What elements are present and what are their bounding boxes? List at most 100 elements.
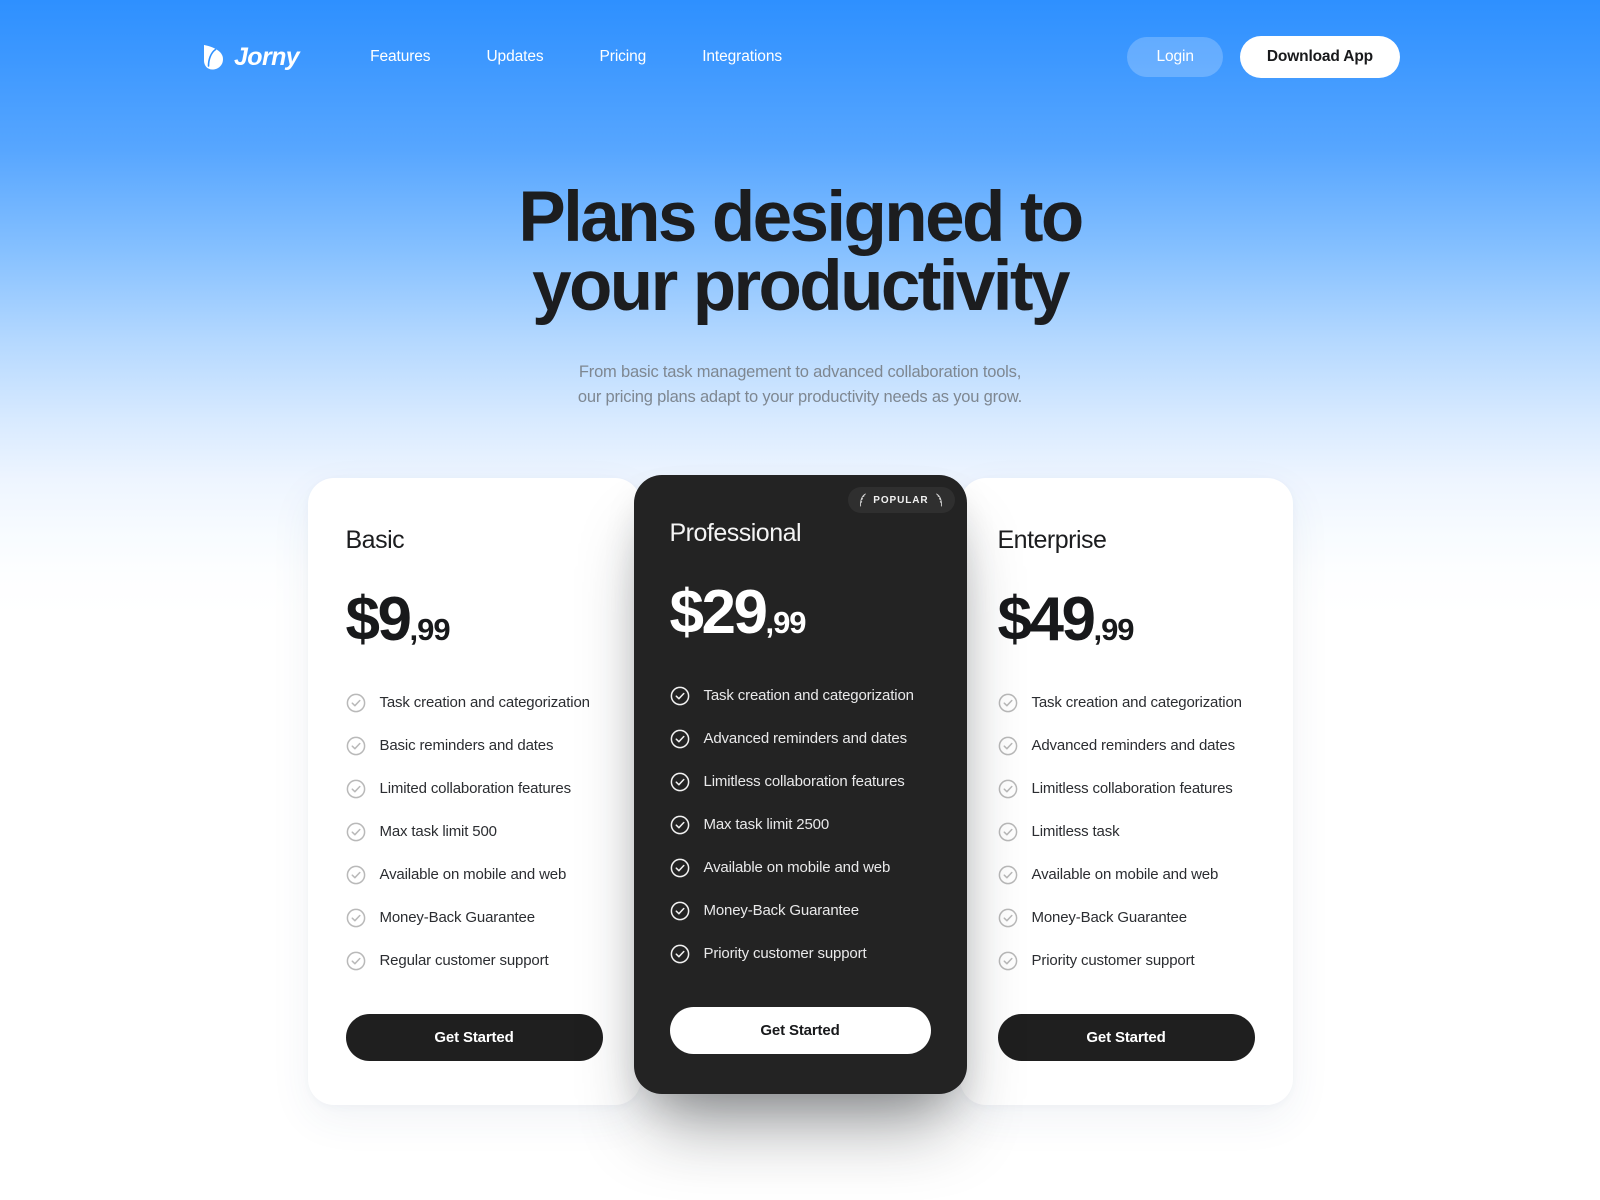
plan-name: Professional: [669, 519, 802, 547]
plan-price: $ 29 ,99: [670, 582, 931, 644]
plan-price-amount: 49: [1029, 585, 1095, 654]
pricing-card-basic: Basic $ 9 ,99 Task creation and categori…: [307, 478, 641, 1105]
get-started-button[interactable]: Get Started: [669, 1007, 931, 1054]
feature-label: Max task limit 2500: [703, 816, 830, 833]
status-badge: POPULAR: [848, 487, 955, 513]
list-item: Money-Back Guarantee: [346, 908, 603, 928]
list-item: Priority customer support: [998, 951, 1255, 971]
feature-label: Advanced reminders and dates: [703, 730, 908, 747]
check-circle-icon: [998, 822, 1017, 842]
feature-label: Priority customer support: [1031, 952, 1195, 969]
nav-link-features[interactable]: Features: [342, 42, 458, 72]
plan-price-currency: $: [669, 578, 704, 647]
nav-link-updates[interactable]: Updates: [458, 42, 571, 72]
list-item: Limitless collaboration features: [670, 772, 931, 792]
get-started-button[interactable]: Get Started: [345, 1014, 603, 1061]
feature-label: Max task limit 500: [379, 823, 497, 840]
check-circle-icon: [346, 908, 365, 928]
check-circle-icon: [670, 729, 689, 749]
list-item: Limitless task: [998, 822, 1255, 842]
plan-name: Basic: [345, 526, 405, 554]
check-circle-icon: [998, 865, 1017, 885]
pricing-card-professional: POPULAR Professional $ 29 ,99 Task creat…: [633, 475, 967, 1094]
plan-feature-list: Task creation and categorization Advance…: [998, 693, 1255, 971]
leaf-icon: [204, 45, 223, 70]
download-app-button[interactable]: Download App: [1239, 36, 1400, 78]
feature-label: Limitless collaboration features: [703, 773, 905, 790]
check-circle-icon: [670, 815, 689, 835]
check-circle-icon: [998, 908, 1017, 928]
check-circle-icon: [346, 865, 365, 885]
check-circle-icon: [998, 779, 1017, 799]
check-circle-icon: [670, 686, 689, 706]
check-circle-icon: [346, 736, 365, 756]
plan-price-amount: 29: [701, 578, 767, 647]
list-item: Max task limit 2500: [670, 815, 931, 835]
nav-actions: Login Download App: [1127, 36, 1400, 78]
check-circle-icon: [670, 858, 689, 878]
list-item: Money-Back Guarantee: [670, 901, 931, 921]
feature-label: Limited collaboration features: [379, 780, 572, 797]
laurel-left-icon: [860, 493, 867, 507]
list-item: Limitless collaboration features: [998, 779, 1255, 799]
feature-label: Priority customer support: [703, 945, 867, 962]
plan-price-currency: $: [345, 585, 380, 654]
nav-link-pricing[interactable]: Pricing: [572, 42, 675, 72]
plan-price: $ 9 ,99: [346, 589, 603, 651]
list-item: Priority customer support: [670, 944, 931, 964]
page-title: Plans designed to your productivity: [0, 178, 1600, 326]
brand-logo[interactable]: Jorny: [202, 42, 300, 71]
plan-price-cents: ,99: [765, 605, 806, 640]
list-item: Basic reminders and dates: [346, 736, 603, 756]
plan-feature-list: Task creation and categorization Basic r…: [346, 693, 603, 971]
plan-price-cents: ,99: [409, 612, 450, 647]
pricing-cards: Basic $ 9 ,99 Task creation and categori…: [280, 475, 1320, 1105]
list-item: Limited collaboration features: [346, 779, 603, 799]
page-title-line-1: Plans designed to: [518, 178, 1084, 257]
plan-name: Enterprise: [997, 526, 1107, 554]
feature-label: Available on mobile and web: [379, 866, 567, 883]
laurel-right-icon: [935, 493, 942, 507]
list-item: Task creation and categorization: [346, 693, 603, 713]
nav-links: Features Updates Pricing Integrations: [342, 42, 810, 72]
feature-label: Available on mobile and web: [1031, 866, 1219, 883]
feature-label: Limitless task: [1031, 823, 1120, 840]
plan-price-amount: 9: [377, 585, 411, 654]
feature-label: Task creation and categorization: [703, 687, 914, 704]
check-circle-icon: [670, 944, 689, 964]
list-item: Available on mobile and web: [998, 865, 1255, 885]
list-item: Task creation and categorization: [670, 686, 931, 706]
feature-label: Limitless collaboration features: [1031, 780, 1233, 797]
list-item: Available on mobile and web: [346, 865, 603, 885]
nav-link-integrations[interactable]: Integrations: [674, 42, 810, 72]
check-circle-icon: [670, 772, 689, 792]
pricing-card-enterprise: Enterprise $ 49 ,99 Task creation and ca…: [959, 478, 1293, 1105]
feature-label: Advanced reminders and dates: [1031, 737, 1236, 754]
check-circle-icon: [998, 693, 1017, 713]
list-item: Money-Back Guarantee: [998, 908, 1255, 928]
page-subtitle-line-2: our pricing plans adapt to your producti…: [577, 388, 1023, 407]
feature-label: Basic reminders and dates: [379, 737, 554, 754]
list-item: Available on mobile and web: [670, 858, 931, 878]
check-circle-icon: [670, 901, 689, 921]
badge-label: POPULAR: [873, 494, 929, 506]
page-title-line-2: your productivity: [532, 246, 1070, 326]
check-circle-icon: [998, 951, 1017, 971]
page-subtitle-line-1: From basic task management to advanced c…: [578, 362, 1022, 381]
check-circle-icon: [346, 779, 365, 799]
plan-price-currency: $: [997, 585, 1032, 654]
feature-label: Money-Back Guarantee: [379, 909, 536, 926]
hero-section: Plans designed to your productivity From…: [0, 178, 1600, 411]
list-item: Advanced reminders and dates: [670, 729, 931, 749]
feature-label: Task creation and categorization: [1031, 694, 1242, 711]
get-started-button[interactable]: Get Started: [997, 1014, 1255, 1061]
check-circle-icon: [346, 951, 365, 971]
list-item: Advanced reminders and dates: [998, 736, 1255, 756]
login-button[interactable]: Login: [1127, 37, 1223, 77]
page-subtitle: From basic task management to advanced c…: [0, 360, 1600, 411]
feature-label: Money-Back Guarantee: [1031, 909, 1188, 926]
check-circle-icon: [346, 693, 365, 713]
list-item: Regular customer support: [346, 951, 603, 971]
brand-name: Jorny: [234, 42, 300, 71]
plan-price: $ 49 ,99: [998, 589, 1255, 651]
